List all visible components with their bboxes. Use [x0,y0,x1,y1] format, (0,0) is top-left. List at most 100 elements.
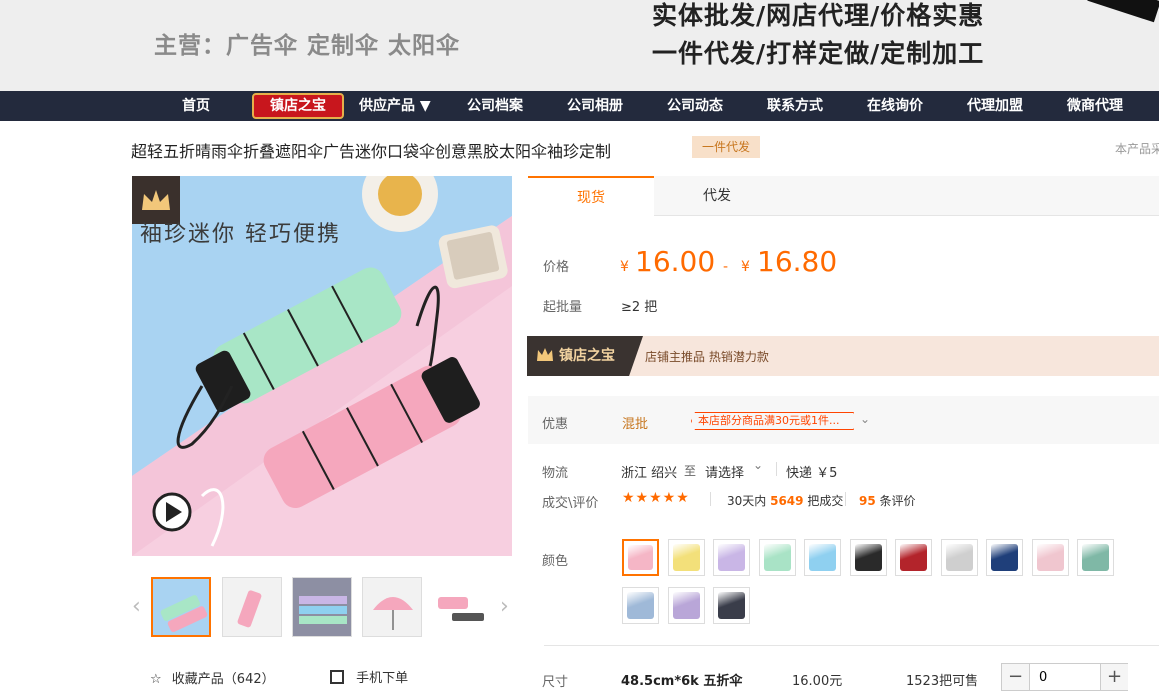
product-title: 超轻五折晴雨伞折叠遮阳伞广告迷你口袋伞创意黑胶太阳伞袖珍定制 [131,142,612,161]
chevron-down-icon[interactable]: ⌄ [753,458,763,472]
thumbnail-1[interactable] [151,577,211,637]
logistics-label: 物流 [542,466,569,481]
store-recommend-band: 镇店之宝 店铺主推品 热销潜力款 [527,336,1159,376]
nav-inquiry[interactable]: 在线询价 [867,91,923,121]
price-yen-high: ¥ [741,259,750,275]
size-price: 16.00元 [792,674,843,689]
nav-products[interactable]: 供应产品 ▼ [359,91,431,121]
color-swatch[interactable] [1031,539,1069,576]
color-swatch[interactable] [804,539,841,576]
tab-in-stock[interactable]: 现货 [528,176,654,217]
swatch-umbrella-icon [628,545,653,570]
color-swatch[interactable] [849,539,887,576]
nav-wechat-agent[interactable]: 微商代理 [1067,91,1123,121]
swatch-umbrella-icon [900,544,927,571]
shop-slogan-2: 一件代发/打样定做/定制加工 [652,39,985,68]
deal-label: 成交\评价 [542,496,599,511]
price-dash: - [723,259,729,275]
product-note: 本产品采 [1115,142,1159,156]
thumbnail-5[interactable] [432,577,488,637]
quantity-minus-button[interactable]: − [1002,664,1030,690]
size-stock: 1523把可售 [906,674,979,689]
color-swatch[interactable] [986,539,1023,576]
shipping-fee: 快递 ￥5 [786,466,838,481]
divider [845,492,846,506]
color-swatch[interactable] [1077,539,1114,576]
thumb-next-arrow[interactable]: › [500,594,509,619]
star-outline-icon: ☆ [150,672,162,687]
color-swatch[interactable] [940,539,978,576]
swatch-umbrella-icon [627,592,654,619]
favorite-action[interactable]: ☆ 收藏产品（642） [150,668,275,687]
swatch-umbrella-icon [1082,544,1109,571]
review-count: 95 [859,494,876,508]
thumbnail-4[interactable] [362,577,422,637]
nav-store-treasure-badge[interactable]: 镇店之宝 [252,93,344,119]
swatch-umbrella-icon [809,544,836,571]
favorite-label: 收藏产品（642） [171,672,275,687]
chevron-down-icon[interactable]: ⌄ [860,412,870,426]
banner-corner-decoration [1087,0,1159,23]
mobile-order-label: 手机下单 [356,671,409,686]
thumbnail-3[interactable] [292,577,352,637]
swatch-umbrella-icon [945,544,973,571]
price-label: 价格 [543,260,570,275]
promo-type: 混批 [622,417,649,432]
deal-summary: 30天内 5649 把成交 [727,494,844,508]
promo-label: 优惠 [542,417,569,432]
crown-icon [537,348,553,361]
color-swatch[interactable] [713,539,750,576]
shop-tagline: 主营：广告伞 定制伞 太阳伞 [154,33,461,59]
color-label: 颜色 [542,554,569,569]
nav-contact[interactable]: 联系方式 [767,91,823,121]
promo-pill[interactable]: 本店部分商品满30元或1件... [691,412,854,430]
color-swatch[interactable] [622,539,659,576]
review-summary[interactable]: 95 条评价 [859,492,916,509]
swatch-umbrella-icon [718,544,745,571]
shop-banner: 主营：广告伞 定制伞 太阳伞 实体批发/网店代理/价格实惠 一件代发/打样定做/… [0,0,1159,91]
swatch-umbrella-icon [854,544,882,571]
product-main-image[interactable]: 袖珍迷你 轻巧便携 [132,176,512,556]
nav-company-album[interactable]: 公司相册 [567,91,623,121]
thumbnail-2[interactable] [222,577,282,637]
logistics-origin: 浙江 绍兴 [621,466,678,481]
deal-count: 5649 [770,494,804,508]
color-swatch[interactable] [622,587,659,624]
size-name: 48.5cm*6k 五折伞 [621,674,743,689]
swatch-umbrella-icon [991,544,1018,571]
swatch-umbrella-icon [1036,544,1064,571]
destination-select[interactable]: 请选择 [705,462,744,481]
nav-company-news[interactable]: 公司动态 [667,91,723,121]
quantity-stepper: − + [1001,663,1128,691]
thumb-prev-arrow[interactable]: ‹ [132,594,141,619]
purchase-tabs: 现货 代发 [528,176,1159,217]
dropship-tag: 一件代发 [692,136,760,158]
nav-home[interactable]: 首页 [182,91,210,121]
price-high: 16.80 [757,245,838,278]
color-swatch[interactable] [667,587,705,624]
swatch-umbrella-icon [672,544,700,571]
divider [710,492,711,506]
quantity-plus-button[interactable]: + [1100,664,1128,690]
swatch-umbrella-icon [763,544,791,571]
swatch-umbrella-icon [718,592,745,619]
moq-value: ≥2 把 [621,300,658,315]
price-yen-low: ¥ [620,259,629,275]
moq-label: 起批量 [543,300,583,315]
nav-company-profile[interactable]: 公司档案 [467,91,523,121]
divider [776,462,777,476]
price-low: 16.00 [635,245,716,278]
mobile-order-action[interactable]: 手机下单 [330,667,408,686]
shop-slogan-1: 实体批发/网店代理/价格实惠 [652,1,985,30]
quantity-input[interactable] [1031,664,1100,690]
color-swatch[interactable] [667,539,705,576]
nav-agency[interactable]: 代理加盟 [967,91,1023,121]
color-swatch[interactable] [895,539,932,576]
swatch-umbrella-icon [672,592,700,619]
color-swatch[interactable] [713,587,750,624]
qr-code-icon [330,670,344,684]
color-swatch[interactable] [758,539,796,576]
size-label: 尺寸 [542,675,569,690]
divider [544,645,1159,646]
tab-dropship[interactable]: 代发 [654,176,780,216]
